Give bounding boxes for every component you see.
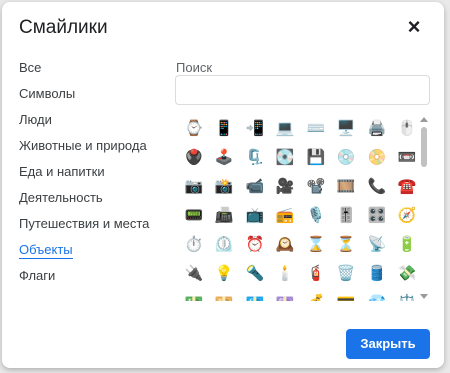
emoji-cell[interactable]: 📀 <box>364 144 390 170</box>
emoji-grid: ⌚ 📱 📲 💻 ⌨️ 🖥️ 🖨️ 🖱️ 🖲️ 🕹️ 🗜️ 💽 💾 💿 📀 📼 📷 📸 📹 🎥 📽️ 🎞️ 📞 ☎️ 📟 📠 📺 📻 🎙️… <box>176 115 419 301</box>
category-item[interactable]: Деятельность <box>19 190 103 205</box>
emoji-cell[interactable]: 🎙️ <box>303 202 329 228</box>
emoji-cell[interactable]: 📻 <box>272 202 298 228</box>
emoji-cell[interactable]: ⏰ <box>242 231 268 257</box>
emoji-cell[interactable]: 📺 <box>242 202 268 228</box>
emoji-cell[interactable]: ⏳ <box>333 231 359 257</box>
emoji-cell[interactable]: ⌨️ <box>303 115 329 141</box>
emoji-cell[interactable]: 💳 <box>333 289 359 301</box>
emoji-cell[interactable]: 💶 <box>242 289 268 301</box>
emoji-cell[interactable]: 🗜️ <box>242 144 268 170</box>
emoji-cell[interactable]: 📼 <box>394 144 419 170</box>
emoji-cell[interactable]: 🧭 <box>394 202 419 228</box>
emoji-scrollbar[interactable] <box>419 115 429 301</box>
emoji-cell[interactable]: 🖱️ <box>394 115 419 141</box>
emoji-cell[interactable]: 💴 <box>211 289 237 301</box>
emoji-cell[interactable]: 🔦 <box>242 260 268 286</box>
emoji-cell[interactable]: 💡 <box>211 260 237 286</box>
emoji-cell[interactable]: 💰 <box>303 289 329 301</box>
emoji-cell[interactable]: 🎚️ <box>333 202 359 228</box>
category-item[interactable]: Животные и природа <box>19 138 147 153</box>
category-item[interactable]: Еда и напитки <box>19 164 105 179</box>
emoji-cell[interactable]: 📹 <box>242 173 268 199</box>
emoji-cell[interactable]: 📷 <box>181 173 207 199</box>
emoji-cell[interactable]: ⏲️ <box>211 231 237 257</box>
emoji-cell[interactable]: ☎️ <box>394 173 419 199</box>
emoji-cell[interactable]: 🧯 <box>303 260 329 286</box>
emoji-cell[interactable]: 🕰️ <box>272 231 298 257</box>
category-item[interactable]: Все <box>19 60 41 75</box>
category-item[interactable]: Люди <box>19 112 52 127</box>
emoji-dialog: Смайлики × Все Символы Люди Животные и прир… <box>2 2 444 368</box>
emoji-cell[interactable]: 🖲️ <box>181 144 207 170</box>
emoji-cell[interactable]: 🖨️ <box>364 115 390 141</box>
emoji-cell[interactable]: ⏱️ <box>181 231 207 257</box>
scroll-thumb[interactable] <box>421 127 427 167</box>
dialog-title: Смайлики <box>19 17 108 38</box>
scroll-up-icon[interactable] <box>420 117 428 122</box>
scroll-down-icon[interactable] <box>420 294 428 299</box>
category-item[interactable]: Флаги <box>19 268 55 283</box>
emoji-cell[interactable]: 💻 <box>272 115 298 141</box>
search-label: Поиск <box>176 60 213 75</box>
search-input[interactable] <box>175 75 430 105</box>
emoji-cell[interactable]: 📠 <box>211 202 237 228</box>
emoji-cell[interactable]: 🎛️ <box>364 202 390 228</box>
emoji-cell[interactable]: 💿 <box>333 144 359 170</box>
emoji-cell[interactable]: 🔌 <box>181 260 207 286</box>
emoji-cell[interactable]: 🕹️ <box>211 144 237 170</box>
emoji-cell[interactable]: 📟 <box>181 202 207 228</box>
emoji-cell[interactable]: 🛢️ <box>364 260 390 286</box>
emoji-cell[interactable]: 💸 <box>394 260 419 286</box>
close-icon[interactable]: × <box>403 16 425 38</box>
emoji-cell[interactable]: 📽️ <box>303 173 329 199</box>
emoji-cell[interactable]: 🎞️ <box>333 173 359 199</box>
emoji-cell[interactable]: ⌚ <box>181 115 207 141</box>
emoji-cell[interactable]: 🕯️ <box>272 260 298 286</box>
category-item[interactable]: Объекты <box>19 242 73 259</box>
emoji-cell[interactable]: 💾 <box>303 144 329 170</box>
emoji-cell[interactable]: 📡 <box>364 231 390 257</box>
emoji-cell[interactable]: 🎥 <box>272 173 298 199</box>
emoji-cell[interactable]: 🔋 <box>394 231 419 257</box>
emoji-cell[interactable]: 💷 <box>272 289 298 301</box>
emoji-cell[interactable]: 🖥️ <box>333 115 359 141</box>
emoji-cell[interactable]: 🗑️ <box>333 260 359 286</box>
emoji-cell[interactable]: 📲 <box>242 115 268 141</box>
emoji-cell[interactable]: 📱 <box>211 115 237 141</box>
emoji-cell[interactable]: 💽 <box>272 144 298 170</box>
emoji-cell[interactable]: 📞 <box>364 173 390 199</box>
category-item[interactable]: Путешествия и места <box>19 216 149 231</box>
emoji-cell[interactable]: 📸 <box>211 173 237 199</box>
emoji-cell[interactable]: 💵 <box>181 289 207 301</box>
emoji-cell[interactable]: ⌛ <box>303 231 329 257</box>
emoji-cell[interactable]: ⚖️ <box>394 289 419 301</box>
emoji-cell[interactable]: 💎 <box>364 289 390 301</box>
category-item[interactable]: Символы <box>19 86 75 101</box>
close-button[interactable]: Закрыть <box>346 329 430 359</box>
